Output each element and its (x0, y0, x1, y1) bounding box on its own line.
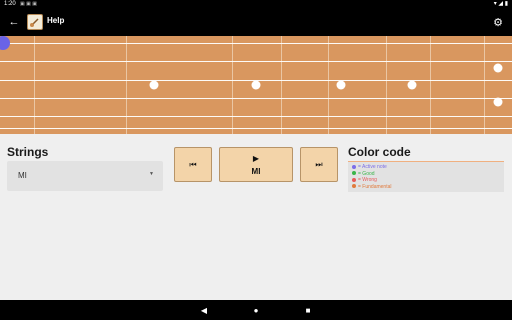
legend-dot-icon (352, 164, 356, 169)
guitar-string (0, 98, 512, 99)
back-arrow-icon: ← (8, 16, 20, 28)
skip-previous-icon: ⏮ (189, 159, 197, 169)
fret (281, 36, 282, 134)
guitar-string (0, 61, 512, 62)
legend-dot-icon (352, 177, 356, 182)
fret (430, 36, 431, 134)
skip-next-icon: ⏭ (315, 159, 323, 169)
fret (232, 36, 233, 134)
guitar-string (0, 43, 512, 44)
app-bar: ← Help ⚙ (0, 8, 512, 36)
active-note-marker (0, 36, 10, 50)
string-select-value: MI (18, 171, 27, 180)
color-code-title: Color code (348, 145, 411, 159)
legend-label: = Good (358, 170, 375, 177)
guitar-string (0, 128, 512, 129)
strings-title: Strings (7, 145, 49, 159)
nav-recents-button[interactable]: ■ (302, 304, 314, 316)
fretboard[interactable] (0, 36, 512, 134)
fret-marker-dot (149, 80, 159, 90)
nav-back-button[interactable]: ◀ (198, 304, 210, 316)
square-recents-icon: ■ (305, 305, 311, 315)
play-icon: ▶ (252, 153, 260, 163)
play-note-label: MI (251, 166, 261, 176)
page-title: Help (47, 16, 65, 25)
string-select[interactable]: MI ▼ (7, 161, 163, 191)
notification-icons: ▣ ▣ ▣ (20, 1, 37, 7)
system-status-icons: ▾ ◢ ▮ (493, 1, 508, 7)
legend-label: = Fundamental (358, 183, 392, 190)
legend-dot-icon (352, 184, 356, 189)
fret-marker-dot (493, 97, 503, 107)
fret (34, 36, 35, 134)
legend-label: = Wrong (358, 177, 377, 183)
play-button[interactable]: ▶ MI (219, 147, 293, 182)
fret (328, 36, 329, 134)
legend-label: = Active note (358, 164, 387, 170)
status-bar: 1:20 ▣ ▣ ▣ ▾ ◢ ▮ (0, 0, 512, 8)
dropdown-arrow-icon: ▼ (149, 171, 154, 177)
fret-marker-dot (336, 80, 346, 90)
circle-home-icon: ● (253, 305, 259, 315)
fret (126, 36, 127, 134)
guitar-string (0, 116, 512, 117)
guitar-logo-icon (30, 18, 39, 27)
status-time: 1:20 (4, 1, 16, 7)
fret-marker-dot (407, 80, 417, 90)
settings-button[interactable]: ⚙ (490, 14, 506, 30)
nav-home-button[interactable]: ● (250, 304, 262, 316)
previous-button[interactable]: ⏮ (174, 147, 212, 182)
app-logo (27, 14, 43, 30)
fret-marker-dot (493, 63, 503, 73)
fret-marker-dot (251, 80, 261, 90)
legend-dot-icon (352, 171, 356, 176)
next-button[interactable]: ⏭ (300, 147, 338, 182)
fret (484, 36, 485, 134)
gear-icon: ⚙ (493, 16, 503, 29)
color-code-legend: = Active note = Good = Wrong = Fundament… (348, 161, 504, 192)
back-button[interactable]: ← (6, 14, 22, 30)
system-nav-bar: ◀ ● ■ (0, 300, 512, 320)
fret (386, 36, 387, 134)
legend-item: = Fundamental (352, 184, 500, 191)
triangle-back-icon: ◀ (200, 305, 208, 315)
